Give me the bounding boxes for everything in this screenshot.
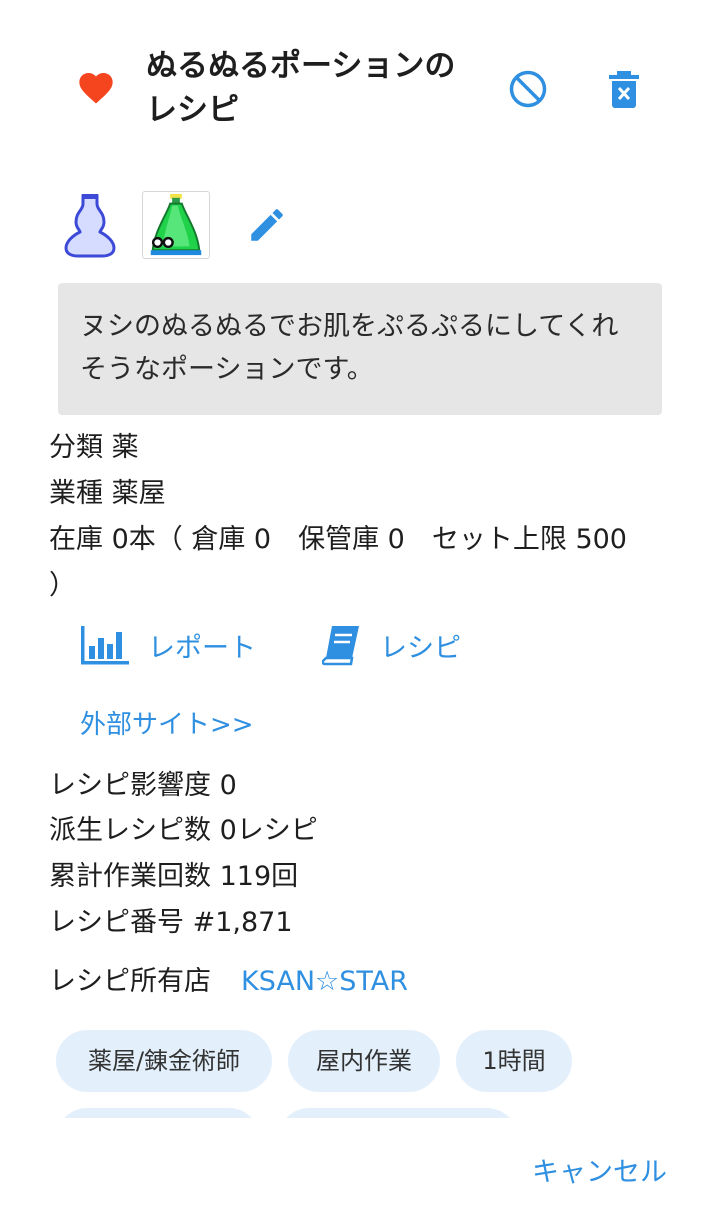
owner-row: レシピ所有店 KSAN☆STAR — [49, 959, 408, 1005]
owner-label: レシピ所有店 — [49, 966, 211, 997]
recipe-book-link[interactable]: レシピ — [322, 624, 461, 666]
category-text: 分類 薬 — [49, 432, 139, 463]
bar-chart-icon — [81, 626, 129, 665]
cancel-button[interactable]: キャンセル — [532, 1150, 667, 1189]
potion-image — [150, 193, 202, 256]
tag-list: 薬屋/錬金術師 屋内作業 1時間 — [56, 1030, 676, 1118]
tag-chip[interactable]: 屋内作業 — [288, 1030, 440, 1092]
tag-chip-partial[interactable] — [56, 1108, 260, 1118]
work-count-text: 累計作業回数 119回 — [49, 861, 299, 892]
report-label: レポート — [148, 632, 256, 664]
report-link[interactable]: レポート — [80, 624, 256, 666]
trash-icon[interactable] — [607, 69, 641, 109]
page-title: ぬるぬるポーションのレシピ — [146, 48, 456, 128]
ban-icon[interactable] — [508, 69, 548, 109]
influence-text: レシピ影響度 0 — [49, 770, 237, 801]
flask-icon — [64, 194, 116, 258]
pencil-icon[interactable] — [246, 204, 288, 246]
tag-chip-partial[interactable] — [278, 1108, 518, 1118]
description-box: ヌシのぬるぬるでお肌をぷるぷるにしてくれそうなポーションです。 — [58, 283, 662, 415]
recipe-number-text: レシピ番号 #1,871 — [49, 907, 293, 938]
dialog-header: ぬるぬるポーションのレシピ — [0, 0, 719, 160]
industry-text: 業種 薬屋 — [49, 478, 166, 509]
recipe-label: レシピ — [380, 632, 461, 664]
stock-text: 在庫 0本（ 倉庫 0 保管庫 0 セット上限 500 ） — [49, 524, 627, 601]
tag-chip[interactable]: 薬屋/錬金術師 — [56, 1030, 272, 1092]
external-site-link[interactable]: 外部サイト>> — [80, 704, 254, 741]
derived-count-text: 派生レシピ数 0レシピ — [49, 815, 318, 846]
tag-chip[interactable]: 1時間 — [456, 1030, 572, 1092]
heart-icon[interactable] — [76, 68, 116, 108]
recipe-dialog: ぬるぬるポーションのレシピ ヌシのぬるぬるでお肌をぷるぷるにしてくれそうなポーシ… — [0, 0, 719, 1225]
owner-shop-link[interactable]: KSAN☆STAR — [241, 966, 408, 997]
potion-image-frame — [142, 191, 210, 259]
book-icon — [322, 626, 359, 666]
